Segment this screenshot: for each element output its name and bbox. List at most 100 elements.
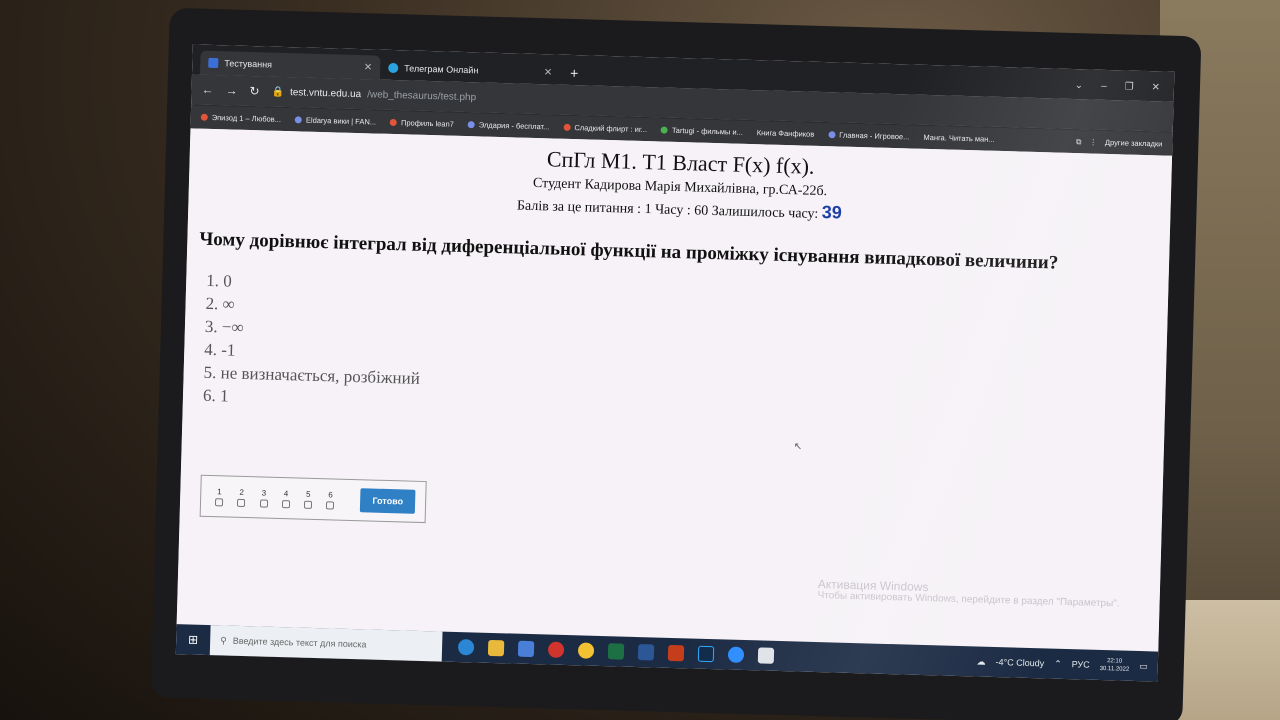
bookmark-item[interactable]: Элдария - бесплат... xyxy=(467,120,550,132)
bookmark-label: Сладкий флирт : иг... xyxy=(574,123,648,135)
chevron-up-icon[interactable]: ⌃ xyxy=(1054,658,1062,669)
excel-icon[interactable] xyxy=(607,643,625,660)
clock-date: 30.11.2022 xyxy=(1099,665,1130,673)
photoshop-icon[interactable] xyxy=(697,645,715,663)
menu-icon[interactable]: ⋮ xyxy=(1089,137,1097,146)
powerpoint-icon[interactable] xyxy=(667,644,685,662)
bookmark-label: Элдария - бесплат... xyxy=(478,120,550,132)
bookmark-item[interactable]: Книга Фанфиков xyxy=(757,128,815,139)
bookmark-label: Книга Фанфиков xyxy=(756,128,815,139)
bookmark-label: Eldarya вики | FAN... xyxy=(305,115,377,127)
answer-form: 1 2 3 4 5 6 Готово xyxy=(199,474,427,524)
option-6: 6 xyxy=(322,489,339,510)
url-path: /web_thesaurus/test.php xyxy=(367,88,477,103)
test-page: СпГл М1. Т1 Власт F(x) f(x). Студент Кад… xyxy=(176,128,1173,652)
tab-label: Тестування xyxy=(224,58,273,70)
telegram-favicon-icon xyxy=(388,62,399,74)
taskbar-search[interactable]: ⚲ Введите здесь текст для поиска xyxy=(209,625,443,662)
opera-icon[interactable] xyxy=(547,641,565,658)
windows-start-icon[interactable]: ⊞ xyxy=(176,624,211,655)
bookmark-item[interactable]: Eldarya вики | FAN... xyxy=(294,115,377,127)
submit-button[interactable]: Готово xyxy=(360,488,416,514)
answer-list: 1. 0 2. ∞ 3. −∞ 4. -1 5. не визначається… xyxy=(183,250,1169,433)
url-domain: test.vntu.edu.ua xyxy=(289,86,362,100)
close-tab-icon[interactable]: ✕ xyxy=(544,67,553,78)
reload-icon[interactable]: ↻ xyxy=(249,84,259,98)
close-window-icon[interactable]: ✕ xyxy=(1151,82,1160,93)
back-icon[interactable]: ← xyxy=(201,83,213,97)
notification-icon[interactable]: ▭ xyxy=(1139,661,1148,672)
word-icon[interactable] xyxy=(637,644,655,661)
extensions-icon[interactable]: ⧉ xyxy=(1076,137,1082,147)
option-checkbox[interactable] xyxy=(303,500,313,509)
option-checkbox[interactable] xyxy=(215,497,224,506)
bookmark-label: Манга. Читать ман... xyxy=(923,132,995,144)
tab-telegram[interactable]: Телеграм Онлайн ✕ xyxy=(380,56,561,85)
search-placeholder: Введите здесь текст для поиска xyxy=(232,635,367,650)
taskbar-clock[interactable]: 22:10 30.11.2022 xyxy=(1100,657,1130,674)
bookmark-icon xyxy=(200,113,208,121)
bookmark-label: Профиль lean7 xyxy=(400,118,454,129)
forward-icon[interactable]: → xyxy=(225,83,237,97)
option-number: 3 xyxy=(261,487,267,498)
bookmark-item[interactable]: Манга. Читать ман... xyxy=(923,133,994,144)
option-2: 2 xyxy=(233,487,250,507)
other-bookmarks-label: Другие закладки xyxy=(1104,137,1163,149)
option-3: 3 xyxy=(255,487,272,508)
windows-activation-watermark: Активация Windows Чтобы активировать Win… xyxy=(817,577,1120,610)
bookmark-label: Главная - Игровое... xyxy=(839,130,910,142)
file-explorer-icon[interactable] xyxy=(487,639,505,657)
bookmark-item[interactable]: Профиль lean7 xyxy=(389,118,454,129)
site-favicon-icon xyxy=(208,57,219,69)
bookmark-icon xyxy=(467,121,475,129)
option-1: 1 xyxy=(211,487,228,506)
taskbar-apps xyxy=(442,639,775,664)
bookmark-item[interactable]: Сладкий флирт : иг... xyxy=(563,123,647,134)
chrome-icon[interactable] xyxy=(577,642,595,659)
minimize-icon[interactable]: – xyxy=(1101,81,1107,92)
mouse-cursor-icon: ↖ xyxy=(793,441,803,453)
laptop-bezel: Тестування ✕ Телеграм Онлайн ✕ + ⌄ – ❐ ✕… xyxy=(150,7,1202,720)
tab-testing[interactable]: Тестування ✕ xyxy=(199,50,381,80)
option-number: 6 xyxy=(328,489,333,499)
bookmark-item[interactable]: Tartugi - фильмы и... xyxy=(660,125,743,137)
window-controls: ⌄ – ❐ ✕ xyxy=(1060,80,1174,102)
laptop-screen: Тестування ✕ Телеграм Онлайн ✕ + ⌄ – ❐ ✕… xyxy=(175,44,1175,682)
option-4: 4 xyxy=(278,488,295,508)
browser-tools: ⧉ ⋮ Другие закладки xyxy=(1076,137,1163,149)
system-tray: ☁ -4°C Cloudy ⌃ РУС 22:10 30.11.2022 ▭ xyxy=(976,654,1158,675)
maximize-icon[interactable]: ❐ xyxy=(1124,81,1133,92)
bookmark-item[interactable]: Главная - Игровое... xyxy=(828,130,910,142)
bookmark-icon xyxy=(389,118,398,127)
other-bookmarks[interactable]: Другие закладки xyxy=(1105,138,1163,149)
option-checkbox[interactable] xyxy=(237,498,246,507)
search-icon: ⚲ xyxy=(220,634,227,646)
snip-tool-icon[interactable] xyxy=(757,647,775,664)
bookmark-label: Tartugi - фильмы и... xyxy=(671,125,743,137)
time-left-counter: 39 xyxy=(821,202,843,223)
bookmark-icon xyxy=(660,126,669,134)
store-icon[interactable] xyxy=(517,640,535,658)
close-tab-icon[interactable]: ✕ xyxy=(364,62,373,73)
option-number: 4 xyxy=(283,488,289,498)
option-number: 2 xyxy=(239,487,245,497)
option-5: 5 xyxy=(300,489,317,509)
bookmark-icon xyxy=(294,116,303,124)
tab-label: Телеграм Онлайн xyxy=(404,63,479,76)
option-number: 1 xyxy=(217,486,222,496)
chevron-down-icon[interactable]: ⌄ xyxy=(1075,80,1084,91)
bookmark-icon xyxy=(563,123,571,131)
option-number: 5 xyxy=(305,489,311,499)
bookmark-item[interactable]: Эпизод 1 – Любов... xyxy=(200,113,281,124)
option-checkbox[interactable] xyxy=(326,500,335,510)
option-checkbox[interactable] xyxy=(259,498,268,508)
option-checkbox[interactable] xyxy=(281,499,290,508)
new-tab-button[interactable]: + xyxy=(560,65,589,86)
weather-cloud-icon: ☁ xyxy=(976,656,986,667)
zoom-icon[interactable] xyxy=(727,646,745,664)
edge-icon[interactable] xyxy=(457,639,475,656)
url-field[interactable]: 🔒 test.vntu.edu.ua/web_thesaurus/test.ph… xyxy=(271,86,476,103)
bookmark-icon xyxy=(828,131,836,139)
weather-text[interactable]: -4°C Cloudy xyxy=(995,657,1044,668)
language-indicator[interactable]: РУС xyxy=(1072,659,1090,669)
